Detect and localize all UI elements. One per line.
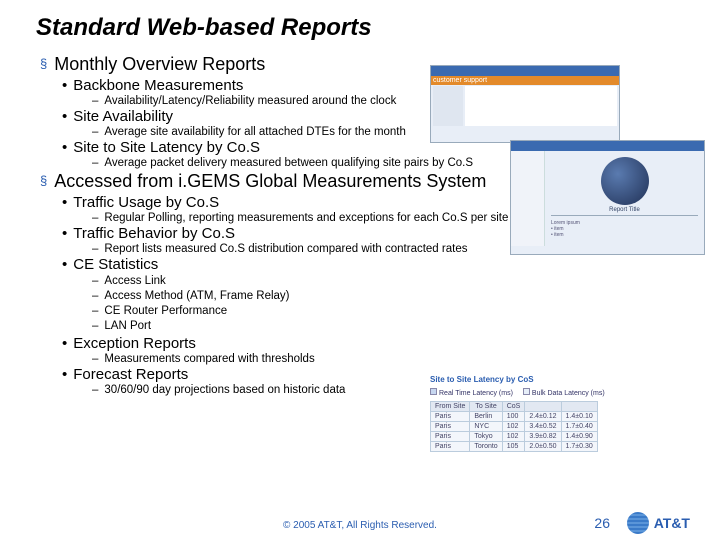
screenshot-thumb-2: Report Title Lorem ipsum• item• item	[510, 140, 705, 255]
screenshot-thumb-3: Site to Site Latency by CoS Real Time La…	[430, 375, 620, 485]
page-number: 26	[594, 515, 610, 531]
globe-icon	[627, 512, 649, 534]
sub-item: –CE Router Performance	[92, 304, 684, 319]
sub-item: –Access Link	[92, 274, 684, 289]
sub-item: –Measurements compared with thresholds	[92, 353, 684, 365]
sub-item: –Access Method (ATM, Frame Relay)	[92, 289, 684, 304]
bullet-item: •CE Statistics	[62, 256, 684, 273]
bullet-item: •Exception Reports	[62, 335, 684, 352]
brand-logo: AT&T	[627, 512, 690, 534]
screenshot-thumb-1: customer support	[430, 65, 620, 143]
copyright: © 2005 AT&T, All Rights Reserved.	[0, 520, 720, 531]
sub-item: –LAN Port	[92, 319, 684, 334]
slide-title: Standard Web-based Reports	[36, 14, 684, 42]
